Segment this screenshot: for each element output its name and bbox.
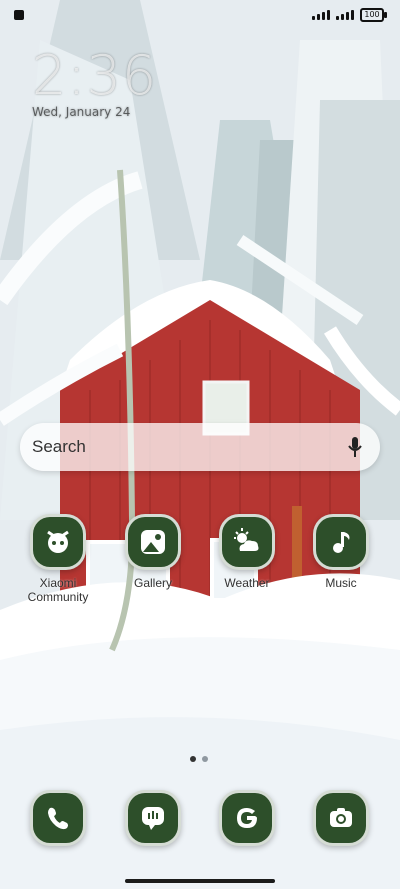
app-label: Music <box>325 576 357 590</box>
camera-icon <box>313 790 369 846</box>
weather-icon <box>219 514 275 570</box>
status-bar: 100 <box>0 0 400 34</box>
dock <box>0 790 400 846</box>
search-label: Search <box>32 437 86 456</box>
dock-app-messages[interactable] <box>115 790 191 846</box>
music-icon <box>313 514 369 570</box>
page-indicator <box>190 756 208 762</box>
notification-icon <box>14 10 24 20</box>
clock-widget[interactable]: 2:36 Wed, January 24 <box>32 44 157 119</box>
app-label: Weather <box>224 576 270 590</box>
app-label: Xiaomi Community <box>27 576 89 604</box>
clock-time: 2:36 <box>32 44 158 107</box>
google-icon <box>219 790 275 846</box>
message-icon <box>125 790 181 846</box>
gesture-navigation-bar[interactable] <box>125 879 275 883</box>
dock-app-phone[interactable] <box>20 790 96 846</box>
phone-icon <box>30 790 86 846</box>
clock-date: Wed, January 24 <box>32 105 131 119</box>
status-right: 100 <box>312 8 387 22</box>
xiaomi-community-icon <box>30 514 86 570</box>
app-gallery[interactable]: Gallery <box>115 514 191 590</box>
app-weather[interactable]: Weather <box>209 514 285 590</box>
dock-app-google[interactable] <box>209 790 285 846</box>
app-music[interactable]: Music <box>303 514 379 590</box>
microphone-icon[interactable] <box>348 437 362 457</box>
wifi-signal-icon <box>336 10 354 20</box>
app-label: Gallery <box>133 576 172 590</box>
signal-icon <box>312 10 330 20</box>
dock-app-camera[interactable] <box>303 790 379 846</box>
page-dot <box>202 756 208 762</box>
battery-level: 100 <box>364 10 380 19</box>
gallery-icon <box>125 514 181 570</box>
status-left <box>14 10 24 20</box>
search-bar[interactable]: Search <box>20 423 380 471</box>
app-xiaomi-community[interactable]: Xiaomi Community <box>20 514 96 604</box>
page-dot-active <box>190 756 196 762</box>
battery-icon: 100 <box>360 8 387 22</box>
